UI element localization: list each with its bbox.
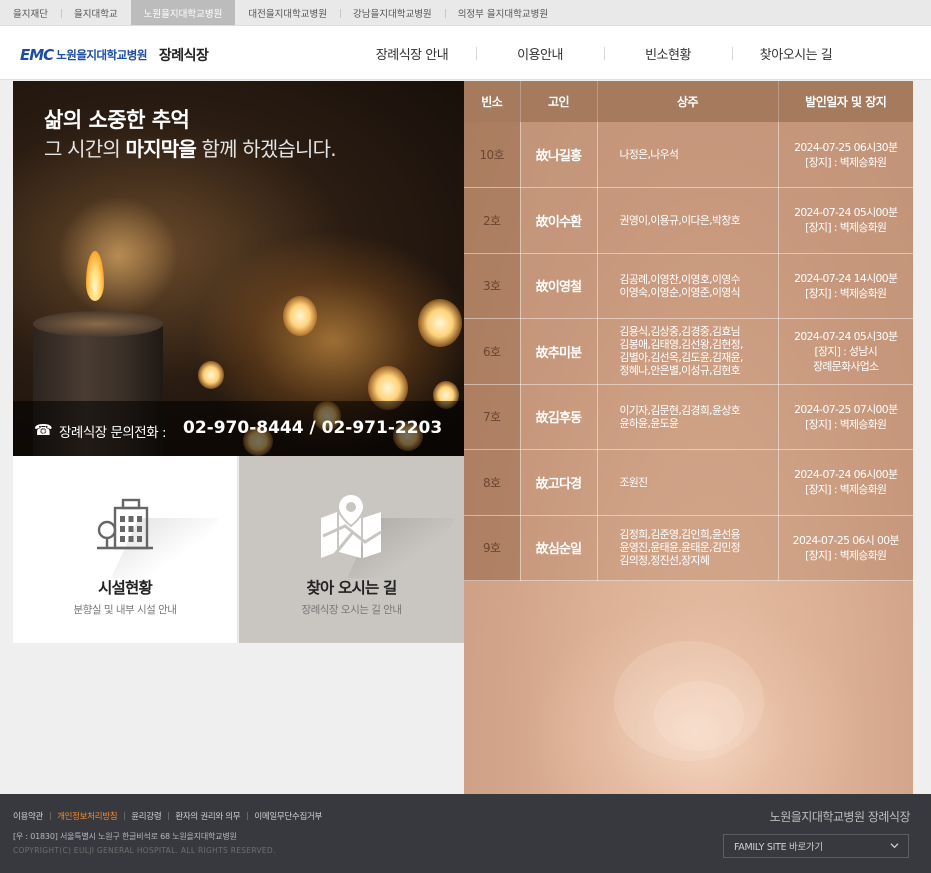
footer-address: [우 : 01830] 서울특별시 노원구 한글비석로 68 노원을지대학교병원 bbox=[13, 832, 237, 841]
candle-light bbox=[198, 361, 224, 389]
footer-link-patient-rights[interactable]: 환자의 권리와 의무 bbox=[168, 810, 247, 822]
nav-room-status[interactable]: 빈소현황 bbox=[604, 44, 732, 63]
col-header-room: 빈소 bbox=[464, 81, 521, 122]
family-topbar: 을지재단 을지대학교 노원을지대학교병원 대전을지대학교병원 강남을지대학교병원… bbox=[0, 0, 931, 26]
room-number: 6호 bbox=[464, 318, 521, 385]
mourners: 이기자,김문현,김경희,윤상호 윤하윤,윤도윤 bbox=[597, 384, 779, 450]
facility-status-card[interactable]: 시설현황 분향실 및 내부 시설 안내 bbox=[13, 456, 238, 643]
facility-card-subtitle: 분향실 및 내부 시설 안내 bbox=[73, 604, 177, 616]
table-row[interactable]: 6호 故추미분 김용식,김상중,김경중,김효님 김봉애,김태영,김선왕,김현정, 김… bbox=[464, 318, 913, 385]
room-number: 7호 bbox=[464, 384, 521, 450]
table-row[interactable]: 3호 故이영철 김공례,이영찬,이영호,이영수 이영숙,이영순,이영준,이영식 2… bbox=[464, 253, 913, 319]
topbar-link-nowon[interactable]: 노원을지대학교병원 bbox=[130, 0, 236, 25]
mourners: 조원진 bbox=[597, 449, 779, 516]
date-place: 2024-07-24 06시00분 [장지] : 벽제승화원 bbox=[778, 449, 913, 516]
directions-card[interactable]: 찾아 오시는 길 장례식장 오시는 길 안내 bbox=[239, 456, 464, 643]
nav-funeral-guide[interactable]: 장례식장 안내 bbox=[348, 44, 476, 63]
footer-link-ethics[interactable]: 윤리강령 bbox=[124, 810, 168, 822]
date-place: 2024-07-24 05시30분 [장지] : 성남시 장례문화사업소 bbox=[778, 318, 913, 385]
topbar-link-foundation[interactable]: 을지재단 bbox=[0, 0, 61, 25]
candle-light bbox=[283, 296, 317, 336]
hero-glow bbox=[53, 191, 183, 321]
mourners: 김정희,김준영,김인희,윤선용 윤영진,윤태윤,윤태운,김민정 김의정,정진선,장지… bbox=[597, 515, 779, 581]
chevron-down-icon bbox=[890, 843, 899, 849]
phone-icon: ☎ bbox=[34, 421, 53, 439]
date-place: 2024-07-25 06시 00분 [장지] : 벽제승화원 bbox=[778, 515, 913, 581]
col-header-mourners: 상주 bbox=[597, 81, 779, 122]
logo-department: 장례식장 bbox=[158, 48, 209, 64]
mourners: 권영이,이용규,이다은,박창호 bbox=[597, 187, 779, 254]
room-number: 9호 bbox=[464, 515, 521, 581]
mourners: 김공례,이영찬,이영호,이영수 이영숙,이영순,이영준,이영식 bbox=[597, 253, 779, 319]
candle-light bbox=[418, 299, 462, 347]
obituary-table: 빈소 고인 상주 발인일자 및 장지 10호 故나길홍 나정은,나우석 2024… bbox=[464, 81, 913, 581]
deceased-name: 故김후동 bbox=[520, 384, 598, 450]
col-header-deceased: 고인 bbox=[520, 81, 598, 122]
deceased-name: 故고다경 bbox=[520, 449, 598, 516]
contact-phone-number[interactable]: 02-970-8444 / 02-971-2203 bbox=[183, 418, 442, 438]
deceased-name: 故이영철 bbox=[520, 253, 598, 319]
deceased-name: 故나길홍 bbox=[520, 122, 598, 188]
room-number: 3호 bbox=[464, 253, 521, 319]
footer-link-privacy[interactable]: 개인정보처리방침 bbox=[50, 810, 124, 822]
site-header: EMC 노원을지대학교병원 장례식장 장례식장 안내 이용안내 빈소현황 찾아오… bbox=[0, 26, 931, 80]
obituary-panel: 빈소 고인 상주 발인일자 및 장지 10호 故나길홍 나정은,나우석 2024… bbox=[464, 81, 913, 794]
flower-petal bbox=[654, 681, 744, 751]
footer-links: 이용약관 개인정보처리방침 윤리강령 환자의 권리와 의무 이메일무단수집거부 bbox=[13, 810, 329, 822]
deceased-name: 故심순일 bbox=[520, 515, 598, 581]
site-logo[interactable]: EMC 노원을지대학교병원 장례식장 bbox=[20, 45, 209, 65]
directions-card-subtitle: 장례식장 오시는 길 안내 bbox=[301, 604, 402, 616]
topbar-link-university[interactable]: 을지대학교 bbox=[60, 0, 131, 25]
deceased-name: 故이수환 bbox=[520, 187, 598, 254]
main-nav: 장례식장 안내 이용안내 빈소현황 찾아오시는 길 bbox=[348, 26, 860, 80]
footer-brand: 노원을지대학교병원 장례식장 bbox=[769, 810, 911, 824]
date-place: 2024-07-24 14시00분 [장지] : 벽제승화원 bbox=[778, 253, 913, 319]
directions-card-title: 찾아 오시는 길 bbox=[306, 579, 398, 597]
family-site-label: FAMILY SITE 바로가기 bbox=[734, 842, 823, 853]
topbar-link-daejeon[interactable]: 대전을지대학교병원 bbox=[235, 0, 340, 25]
footer-copyright: COPYRIGHT(C) EULJI GENERAL HOSPITAL. ALL… bbox=[13, 846, 276, 855]
mourners: 나정은,나우석 bbox=[597, 122, 779, 188]
col-header-date-place: 발인일자 및 장지 bbox=[778, 81, 913, 122]
logo-mark: EMC bbox=[20, 46, 54, 64]
contact-bar: ☎ 장례식장 문의전화 : 02-970-8444 / 02-971-2203 bbox=[13, 401, 464, 456]
hero-title: 삶의 소중한 추억 bbox=[44, 108, 190, 132]
table-row[interactable]: 10호 故나길홍 나정은,나우석 2024-07-25 06시30분 [장지] :… bbox=[464, 122, 913, 188]
date-place: 2024-07-25 06시30분 [장지] : 벽제승화원 bbox=[778, 122, 913, 188]
family-site-select[interactable]: FAMILY SITE 바로가기 bbox=[723, 834, 909, 858]
topbar-link-uijeongbu[interactable]: 의정부 을지대학교병원 bbox=[444, 0, 561, 25]
facility-card-title: 시설현황 bbox=[98, 579, 153, 597]
table-row[interactable]: 9호 故심순일 김정희,김준영,김인희,윤선용 윤영진,윤태윤,윤태운,김민정 김의… bbox=[464, 515, 913, 581]
site-footer: 이용약관 개인정보처리방침 윤리강령 환자의 권리와 의무 이메일무단수집거부 … bbox=[0, 794, 931, 873]
date-place: 2024-07-24 05시00분 [장지] : 벽제승화원 bbox=[778, 187, 913, 254]
room-number: 10호 bbox=[464, 122, 521, 188]
hero-banner: 삶의 소중한 추억 그 시간의 마지막을 함께 하겠습니다. ☎ 장례식장 문의… bbox=[13, 81, 464, 456]
room-number: 8호 bbox=[464, 449, 521, 516]
room-number: 2호 bbox=[464, 187, 521, 254]
footer-link-email-refusal[interactable]: 이메일무단수집거부 bbox=[247, 810, 329, 822]
map-pin-icon bbox=[321, 492, 382, 558]
nav-usage-guide[interactable]: 이용안내 bbox=[476, 44, 604, 63]
nav-directions[interactable]: 찾아오시는 길 bbox=[732, 44, 860, 63]
logo-hospital-name: 노원을지대학교병원 bbox=[56, 48, 147, 62]
table-header-row: 빈소 고인 상주 발인일자 및 장지 bbox=[464, 81, 913, 122]
hero-subtitle: 그 시간의 마지막을 함께 하겠습니다. bbox=[44, 137, 337, 161]
footer-link-terms[interactable]: 이용약관 bbox=[13, 810, 50, 822]
deceased-name: 故추미분 bbox=[520, 318, 598, 385]
building-icon bbox=[97, 498, 153, 550]
contact-label: 장례식장 문의전화 : bbox=[59, 425, 167, 441]
table-row[interactable]: 7호 故김후동 이기자,김문현,김경희,윤상호 윤하윤,윤도윤 2024-07-2… bbox=[464, 384, 913, 450]
table-row[interactable]: 8호 故고다경 조원진 2024-07-24 06시00분 [장지] : 벽제승화… bbox=[464, 449, 913, 516]
mourners: 김용식,김상중,김경중,김효님 김봉애,김태영,김선왕,김현정, 김별아,김선옥,김… bbox=[597, 318, 779, 385]
date-place: 2024-07-25 07시00분 [장지] : 벽제승화원 bbox=[778, 384, 913, 450]
table-row[interactable]: 2호 故이수환 권영이,이용규,이다은,박창호 2024-07-24 05시00… bbox=[464, 187, 913, 254]
topbar-link-gangnam[interactable]: 강남을지대학교병원 bbox=[340, 0, 445, 25]
